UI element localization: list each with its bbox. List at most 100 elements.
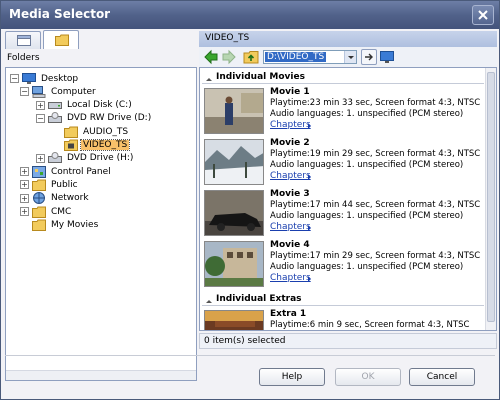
movie-title: Movie 4 — [270, 240, 310, 250]
collapse-caret-icon — [206, 297, 212, 303]
tree-item[interactable]: + Local Disk (C:) — [36, 99, 134, 112]
expand-icon[interactable]: + — [36, 153, 45, 163]
group-header-movies[interactable]: Individual Movies — [202, 70, 484, 84]
media-pane: VIDEO_TS D:\VIDEO_TS Individual Movies M… — [199, 31, 497, 353]
tree-item-label: Control Panel — [51, 166, 111, 177]
help-button[interactable]: Help — [259, 368, 325, 386]
movie-item-3[interactable]: Movie 3 Playtime:17 min 44 sec, Screen f… — [204, 189, 484, 239]
computer-icon — [32, 85, 46, 98]
tree-item[interactable]: AUDIO_TS — [52, 125, 130, 138]
expand-icon[interactable]: + — [20, 180, 29, 190]
tree-item[interactable]: + DVD Drive (H:) — [36, 152, 135, 165]
movie-item-4[interactable]: Movie 4 Playtime:17 min 29 sec, Screen f… — [204, 240, 484, 290]
movie-audio: Audio languages: 1. unspecified (PCM ste… — [270, 262, 464, 272]
up-folder-button[interactable] — [243, 49, 259, 65]
movie-audio: Audio languages: 1. unspecified (PCM ste… — [270, 109, 464, 119]
collapse-icon[interactable]: − — [36, 113, 45, 123]
chapters-link[interactable]: Chapters — [270, 222, 311, 232]
status-bar: 0 item(s) selected — [199, 333, 497, 349]
dvd-drive-icon — [48, 112, 62, 124]
control-panel-icon — [32, 165, 46, 178]
cancel-button[interactable]: Cancel — [409, 368, 475, 386]
folder-icon — [32, 179, 46, 191]
tab-list-view[interactable] — [5, 31, 41, 49]
collapse-icon[interactable]: − — [20, 87, 29, 97]
tree-item[interactable]: My Movies — [20, 218, 100, 231]
movie-thumbnail — [204, 139, 264, 185]
tree-item[interactable]: + Control Panel — [20, 165, 113, 178]
extra-item-1[interactable]: Extra 1 Playtime:6 min 9 sec, Screen for… — [204, 309, 484, 330]
desktop-icon — [22, 72, 36, 85]
movie-title: Movie 1 — [270, 87, 310, 97]
close-button[interactable] — [472, 5, 494, 25]
chapters-link[interactable]: Chapters — [270, 273, 311, 283]
path-input[interactable]: D:\VIDEO_TS — [265, 52, 327, 62]
list-vertical-scrollbar[interactable] — [485, 68, 496, 330]
chevron-right-icon[interactable] — [308, 174, 314, 180]
tree-item[interactable]: + Public — [20, 178, 80, 191]
collapse-icon[interactable]: − — [10, 74, 19, 83]
tree-item[interactable]: + CMC — [20, 205, 73, 218]
movie-item-1[interactable]: Movie 1 Playtime:23 min 33 sec, Screen f… — [204, 87, 484, 137]
up-folder-icon — [243, 51, 259, 64]
movie-audio: Audio languages: 1. unspecified (PCM ste… — [270, 211, 464, 221]
video-folder-icon — [64, 139, 78, 151]
movie-playtime: Playtime:17 min 29 sec, Screen format 4:… — [270, 251, 481, 261]
chevron-right-icon[interactable] — [308, 225, 314, 231]
chevron-right-icon[interactable] — [308, 123, 314, 129]
media-list[interactable]: Individual Movies Movie 1 Playtime:23 mi… — [199, 67, 497, 331]
tree-horizontal-scrollbar[interactable] — [6, 370, 196, 380]
movie-item-2[interactable]: Movie 2 Playtime:19 min 29 sec, Screen f… — [204, 138, 484, 188]
group-header-label: Individual Extras — [216, 294, 302, 304]
folder-icon — [32, 206, 46, 218]
chapters-link[interactable]: Chapters — [270, 171, 311, 181]
title-bar: Media Selector — [1, 1, 499, 29]
tree-item[interactable]: + Network — [20, 192, 91, 205]
tree-item[interactable]: − Computer — [20, 85, 98, 98]
collapse-caret-icon — [206, 75, 212, 81]
window-title: Media Selector — [9, 7, 111, 21]
ok-button[interactable]: OK — [335, 368, 401, 386]
chapters-link[interactable]: Chapters — [270, 120, 311, 130]
scrollbar-thumb[interactable] — [487, 72, 495, 322]
folders-pane: Folders − Desktop − Computer + Local Disk (C:… — [5, 30, 197, 381]
expand-icon[interactable]: + — [20, 207, 29, 216]
forward-arrow-icon — [222, 49, 236, 65]
folder-icon — [32, 219, 46, 231]
media-selector-window: Media Selector Folders − Desktop − Computer… — [0, 0, 500, 400]
tree-item[interactable]: − DVD RW Drive (D:) — [36, 112, 153, 125]
back-arrow-icon — [204, 49, 218, 65]
tab-folders[interactable] — [43, 30, 79, 49]
group-header-extras[interactable]: Individual Extras — [202, 292, 484, 306]
tree-item[interactable]: VIDEO_TS — [52, 139, 131, 152]
view-mode-button[interactable] — [379, 49, 395, 65]
tree-item-label: Local Disk (C:) — [67, 100, 132, 111]
movie-thumbnail — [204, 241, 264, 287]
tree-item-label: DVD RW Drive (D:) — [67, 113, 152, 124]
tree-item-label: CMC — [51, 206, 72, 217]
folder-tree[interactable]: − Desktop − Computer + Local Disk (C:) − DVD RW… — [5, 67, 197, 381]
movie-thumbnail — [204, 88, 264, 134]
monitor-icon — [380, 51, 394, 63]
expand-icon[interactable]: + — [20, 193, 29, 203]
back-button[interactable] — [203, 49, 219, 65]
forward-button[interactable] — [221, 49, 237, 65]
movie-playtime: Playtime:23 min 33 sec, Screen format 4:… — [270, 98, 481, 108]
expand-icon[interactable]: + — [36, 100, 45, 110]
movie-playtime: Playtime:19 min 29 sec, Screen format 4:… — [270, 149, 481, 159]
tree-item-label: Desktop — [41, 73, 79, 84]
expand-icon[interactable]: + — [20, 167, 29, 177]
extra-title: Extra 1 — [270, 309, 307, 319]
path-combobox[interactable]: D:\VIDEO_TS — [263, 50, 357, 64]
tree-item[interactable]: − Desktop — [10, 72, 80, 85]
chevron-right-icon[interactable] — [308, 276, 314, 282]
go-button[interactable] — [361, 49, 377, 65]
navigation-toolbar: D:\VIDEO_TS — [199, 47, 497, 67]
chevron-down-icon[interactable] — [344, 51, 356, 63]
tree-item-label: DVD Drive (H:) — [67, 153, 134, 164]
extra-playtime: Playtime:6 min 9 sec, Screen format 4:3,… — [270, 320, 470, 330]
tree-item-label: VIDEO_TS — [79, 139, 131, 151]
tree-item-label: Computer — [51, 86, 96, 97]
movie-thumbnail — [204, 190, 264, 236]
